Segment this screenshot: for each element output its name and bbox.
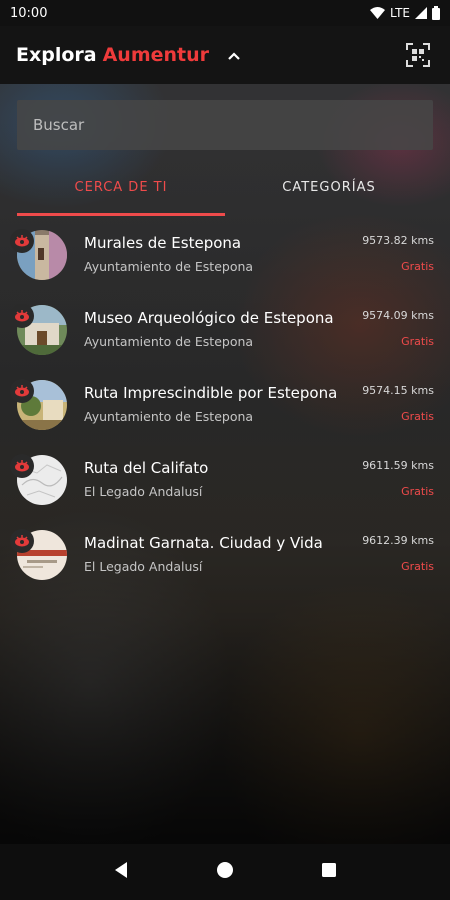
system-nav-bar (0, 844, 450, 900)
item-subtitle: Ayuntamiento de Estepona (84, 334, 254, 349)
item-subtitle: Ayuntamiento de Estepona (84, 259, 254, 274)
aumentur-logo-icon (10, 379, 34, 403)
network-type: LTE (390, 6, 410, 20)
aumentur-logo-icon (10, 229, 34, 253)
item-price: Gratis (401, 410, 434, 423)
back-icon[interactable] (113, 861, 129, 883)
item-subtitle: Ayuntamiento de Estepona (84, 409, 254, 424)
item-price: Gratis (401, 485, 434, 498)
tab-cerca-de-ti[interactable]: CERCA DE TI (17, 168, 225, 216)
title-prefix: Explora (16, 44, 97, 66)
status-bar: 10:00 LTE (0, 0, 450, 26)
search-box[interactable] (17, 100, 433, 150)
list-item[interactable]: Museo Arqueológico de Estepona Ayuntamie… (0, 297, 450, 372)
item-subtitle: El Legado Andalusí (84, 484, 203, 499)
list-item[interactable]: Ruta del Califato El Legado Andalusí 961… (0, 447, 450, 522)
qr-scan-icon[interactable] (406, 43, 430, 71)
item-distance: 9612.39 kms (362, 534, 434, 547)
tab-bar: CERCA DE TI CATEGORÍAS (17, 168, 433, 216)
search-input[interactable] (33, 116, 413, 134)
item-distance: 9574.15 kms (362, 384, 434, 397)
list-item[interactable]: Madinat Garnata. Ciudad y Vida El Legado… (0, 522, 450, 597)
item-title: Madinat Garnata. Ciudad y Vida (84, 534, 323, 552)
home-icon[interactable] (216, 861, 234, 883)
recents-icon[interactable] (321, 862, 337, 882)
item-title: Murales de Estepona (84, 234, 242, 252)
list-item[interactable]: Murales de Estepona Ayuntamiento de Este… (0, 222, 450, 297)
list-item[interactable]: Ruta Imprescindible por Estepona Ayuntam… (0, 372, 450, 447)
item-distance: 9573.82 kms (362, 234, 434, 247)
app-bar: Explora Aumentur (0, 26, 450, 84)
tab-categorias[interactable]: CATEGORÍAS (225, 168, 433, 216)
item-title: Ruta Imprescindible por Estepona (84, 384, 338, 402)
item-price: Gratis (401, 560, 434, 573)
aumentur-logo-icon (10, 454, 34, 478)
app-title[interactable]: Explora Aumentur (16, 44, 209, 66)
title-brand: Aumentur (102, 44, 210, 66)
signal-icon (415, 7, 427, 19)
route-list: Murales de Estepona Ayuntamiento de Este… (0, 222, 450, 597)
wifi-icon (370, 7, 386, 19)
chevron-up-icon[interactable] (227, 46, 241, 65)
item-price: Gratis (401, 335, 434, 348)
battery-icon (432, 6, 440, 20)
item-price: Gratis (401, 260, 434, 273)
item-subtitle: El Legado Andalusí (84, 559, 203, 574)
aumentur-logo-icon (10, 304, 34, 328)
status-time: 10:00 (10, 5, 48, 21)
item-distance: 9611.59 kms (362, 459, 434, 472)
status-icons: LTE (370, 6, 440, 20)
item-title: Ruta del Califato (84, 459, 209, 477)
item-title: Museo Arqueológico de Estepona (84, 309, 334, 327)
item-distance: 9574.09 kms (362, 309, 434, 322)
aumentur-logo-icon (10, 529, 34, 553)
